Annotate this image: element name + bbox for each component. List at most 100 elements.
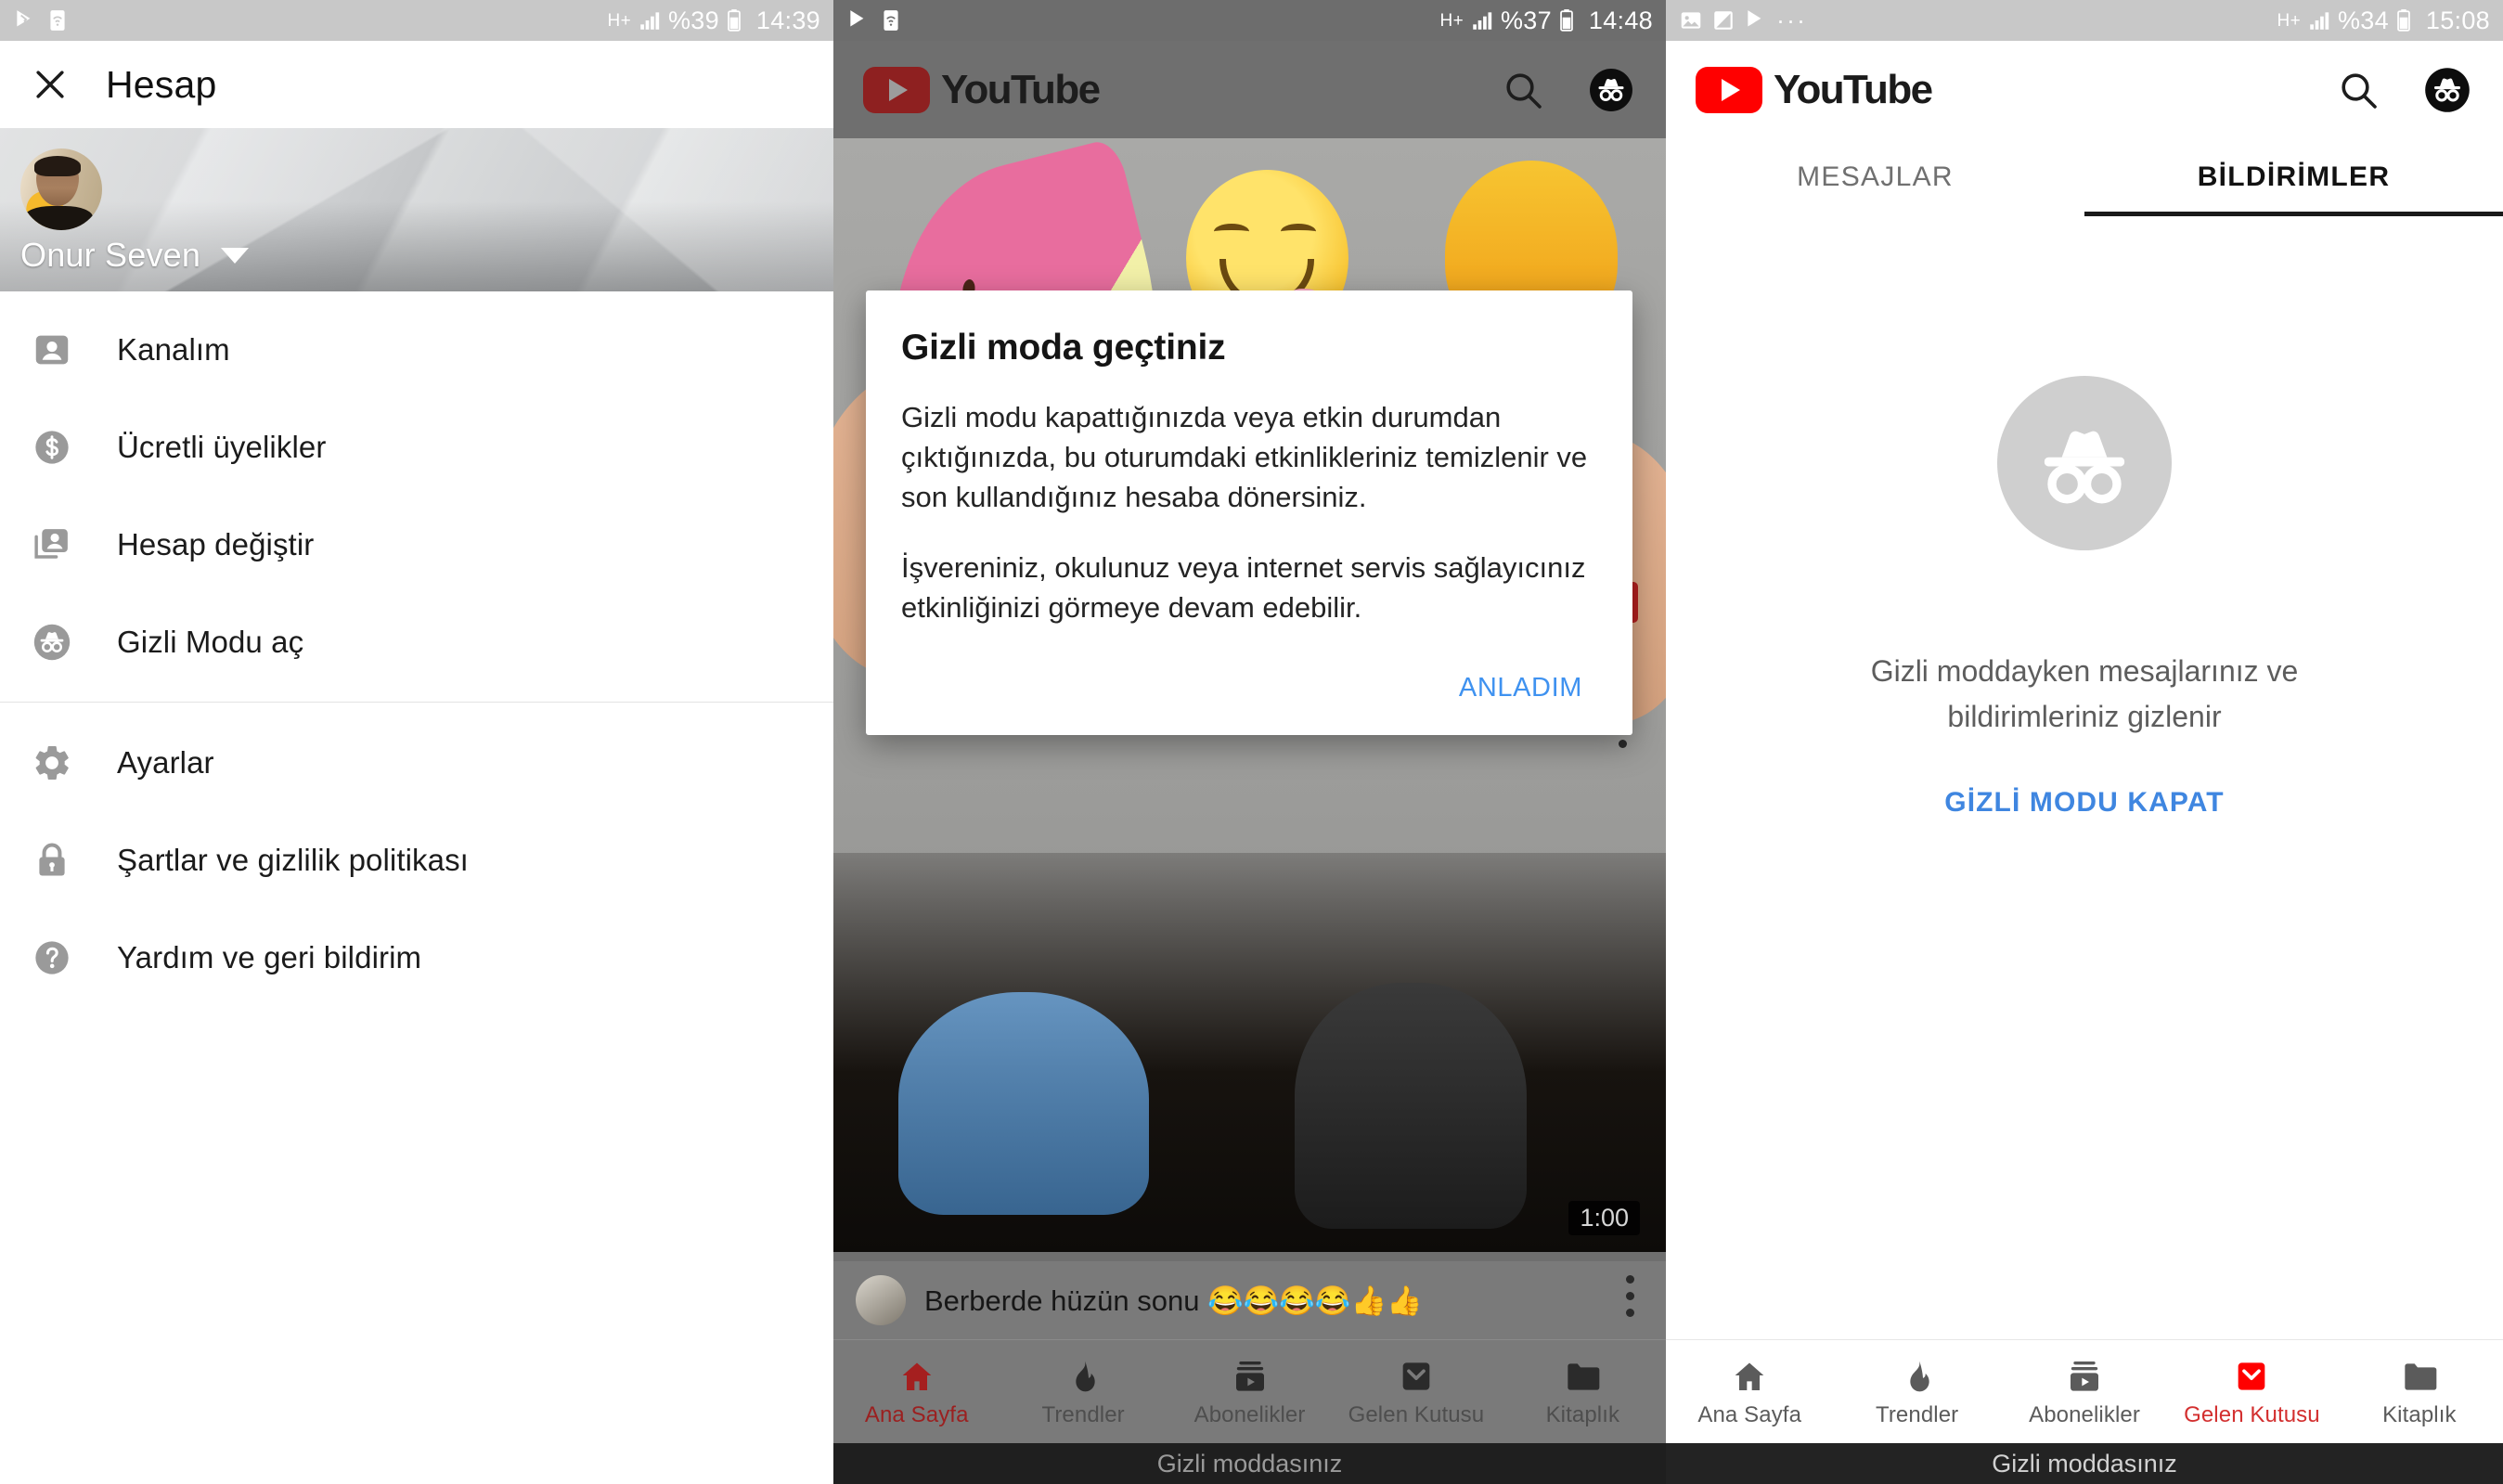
home-icon xyxy=(1731,1356,1768,1395)
turn-off-incognito-button[interactable]: GİZLİ MODU KAPAT xyxy=(1944,787,2224,819)
inbox-tabs: MESAJLAR BİLDİRİMLER xyxy=(1666,138,2503,216)
tab-messages[interactable]: MESAJLAR xyxy=(1666,138,2084,216)
incognito-icon-large xyxy=(1997,376,2172,550)
tab-active-indicator xyxy=(2084,212,2503,216)
menu-item-label: Ayarlar xyxy=(117,744,214,780)
image-icon xyxy=(1679,8,1703,32)
wifi-icon xyxy=(45,8,70,32)
clock-label: 15:08 xyxy=(2425,6,2490,34)
signal-icon xyxy=(638,8,662,32)
nav-item-home[interactable]: Ana Sayfa xyxy=(1666,1356,1833,1428)
incognito-status-bar: Gizli moddasınız xyxy=(1666,1443,2503,1484)
incognito-icon xyxy=(28,618,76,666)
youtube-logo[interactable]: YouTube xyxy=(1696,66,1933,113)
library-icon xyxy=(2401,1356,2438,1395)
battery-percent-label: %34 xyxy=(2337,6,2389,34)
tab-label: MESAJLAR xyxy=(1797,161,1954,192)
dollar-coin-icon xyxy=(28,423,76,471)
status-bar-right: H+ %39 14:39 xyxy=(607,6,820,34)
menu-divider xyxy=(0,702,833,703)
chevron-down-icon xyxy=(221,247,250,264)
menu-item-label: Kanalım xyxy=(117,331,230,367)
tab-label: BİLDİRİMLER xyxy=(2197,161,2391,192)
tab-notifications[interactable]: BİLDİRİMLER xyxy=(2084,138,2503,216)
status-bar-right: H+ %34 15:08 xyxy=(2277,6,2490,34)
nav-item-inbox[interactable]: Gelen Kutusu xyxy=(2168,1356,2335,1428)
battery-icon xyxy=(2395,8,2419,32)
panel-notifications: ··· H+ %34 15:08 YouTube MESAJLAR BİLDİR… xyxy=(1666,0,2503,1484)
menu-item-switch-account[interactable]: Hesap değiştir xyxy=(0,496,833,593)
dialog-paragraph-1: Gizli modu kapattığınızda veya etkin dur… xyxy=(901,401,1588,513)
battery-percent-label: %39 xyxy=(667,6,719,34)
page-title: Hesap xyxy=(106,62,217,106)
switch-account-icon xyxy=(28,521,76,569)
youtube-wordmark: YouTube xyxy=(1774,66,1933,112)
incognito-dialog: Gizli moda geçtiniz Gizli modu kapattığı… xyxy=(866,290,1632,735)
play-store-icon xyxy=(1744,8,1768,32)
panel-account-drawer: H+ %39 14:39 Hesap Onur Seven Kanalım Üc… xyxy=(0,0,833,1484)
inbox-icon xyxy=(2233,1356,2270,1395)
youtube-app-bar: YouTube xyxy=(1666,41,2503,138)
more-dots-icon: ··· xyxy=(1776,6,1807,34)
screenshot-icon xyxy=(1711,8,1735,32)
nav-item-label: Abonelikler xyxy=(2029,1401,2140,1427)
menu-item-terms-privacy[interactable]: Şartlar ve gizlilik politikası xyxy=(0,811,833,909)
incognito-avatar-icon[interactable] xyxy=(2421,64,2473,116)
menu-item-my-channel[interactable]: Kanalım xyxy=(0,301,833,398)
nav-item-label: Ana Sayfa xyxy=(1697,1401,1802,1427)
account-switcher[interactable]: Onur Seven xyxy=(20,236,250,275)
lock-icon xyxy=(28,836,76,884)
account-name: Onur Seven xyxy=(20,236,201,274)
dialog-confirm-button[interactable]: ANLADIM xyxy=(1444,662,1597,715)
dialog-paragraph-2: İşvereniniz, okulunuz veya internet serv… xyxy=(901,551,1586,625)
help-icon xyxy=(28,934,76,982)
menu-item-label: Gizli Modu aç xyxy=(117,624,304,659)
menu-item-settings[interactable]: Ayarlar xyxy=(0,714,833,811)
network-type-label: H+ xyxy=(607,10,631,31)
dialog-body: Gizli modu kapattığınızda veya etkin dur… xyxy=(901,398,1597,628)
empty-state: Gizli moddayken mesajlarınız ve bildirim… xyxy=(1666,216,2503,819)
nav-item-subscriptions[interactable]: Abonelikler xyxy=(2001,1356,2168,1428)
account-app-bar: Hesap xyxy=(0,41,833,128)
nav-item-label: Gelen Kutusu xyxy=(2184,1401,2320,1427)
account-header-banner: Onur Seven xyxy=(0,128,833,291)
empty-state-line-2: bildirimleriniz gizlenir xyxy=(1947,699,2222,733)
dialog-scrim[interactable] xyxy=(833,0,1666,1484)
menu-item-label: Şartlar ve gizlilik politikası xyxy=(117,842,469,877)
dialog-actions: ANLADIM xyxy=(901,662,1597,715)
status-bar-panel3: ··· H+ %34 15:08 xyxy=(1666,0,2503,41)
menu-item-label: Hesap değiştir xyxy=(117,526,315,561)
nav-item-library[interactable]: Kitaplık xyxy=(2336,1356,2503,1428)
flame-icon xyxy=(1899,1356,1936,1395)
bottom-navigation-panel3: Ana Sayfa Trendler Abonelikler Gelen Kut… xyxy=(1666,1339,2503,1443)
panel-incognito-dialog: H+ %37 14:48 YouTube 1:00 Berberde hüzün… xyxy=(833,0,1666,1484)
status-bar-left-icons: ··· xyxy=(1679,6,2277,35)
nav-item-label: Kitaplık xyxy=(2382,1401,2457,1427)
avatar[interactable] xyxy=(20,148,102,230)
menu-item-turn-on-incognito[interactable]: Gizli Modu aç xyxy=(0,593,833,690)
clock-label: 14:39 xyxy=(755,6,820,34)
account-menu: Kanalım Ücretli üyelikler Hesap değiştir xyxy=(0,291,833,1006)
signal-icon xyxy=(2307,8,2331,32)
nav-item-trending[interactable]: Trendler xyxy=(1833,1356,2000,1428)
gear-icon xyxy=(28,739,76,787)
empty-state-line-1: Gizli moddayken mesajlarınız ve xyxy=(1870,654,2299,688)
menu-item-label: Ücretli üyelikler xyxy=(117,429,327,464)
battery-icon xyxy=(726,8,750,32)
menu-item-paid-memberships[interactable]: Ücretli üyelikler xyxy=(0,398,833,496)
menu-item-help-feedback[interactable]: Yardım ve geri bildirim xyxy=(0,909,833,1006)
app-bar-actions xyxy=(2336,64,2473,116)
menu-item-label: Yardım ve geri bildirim xyxy=(117,939,422,974)
subscriptions-icon xyxy=(2066,1356,2103,1395)
status-bar-panel1: H+ %39 14:39 xyxy=(0,0,833,41)
dialog-title: Gizli moda geçtiniz xyxy=(901,328,1226,368)
nav-item-label: Trendler xyxy=(1875,1401,1959,1427)
close-icon[interactable] xyxy=(28,62,72,107)
person-card-icon xyxy=(28,326,76,374)
empty-state-message: Gizli moddayken mesajlarınız ve bildirim… xyxy=(1871,649,2299,739)
search-icon[interactable] xyxy=(2336,68,2380,112)
youtube-play-icon xyxy=(1696,66,1762,113)
three-panel-screenshot: H+ %39 14:39 Hesap Onur Seven Kanalım Üc… xyxy=(0,0,2503,1484)
network-type-label: H+ xyxy=(2277,10,2301,31)
play-store-icon xyxy=(13,8,37,32)
